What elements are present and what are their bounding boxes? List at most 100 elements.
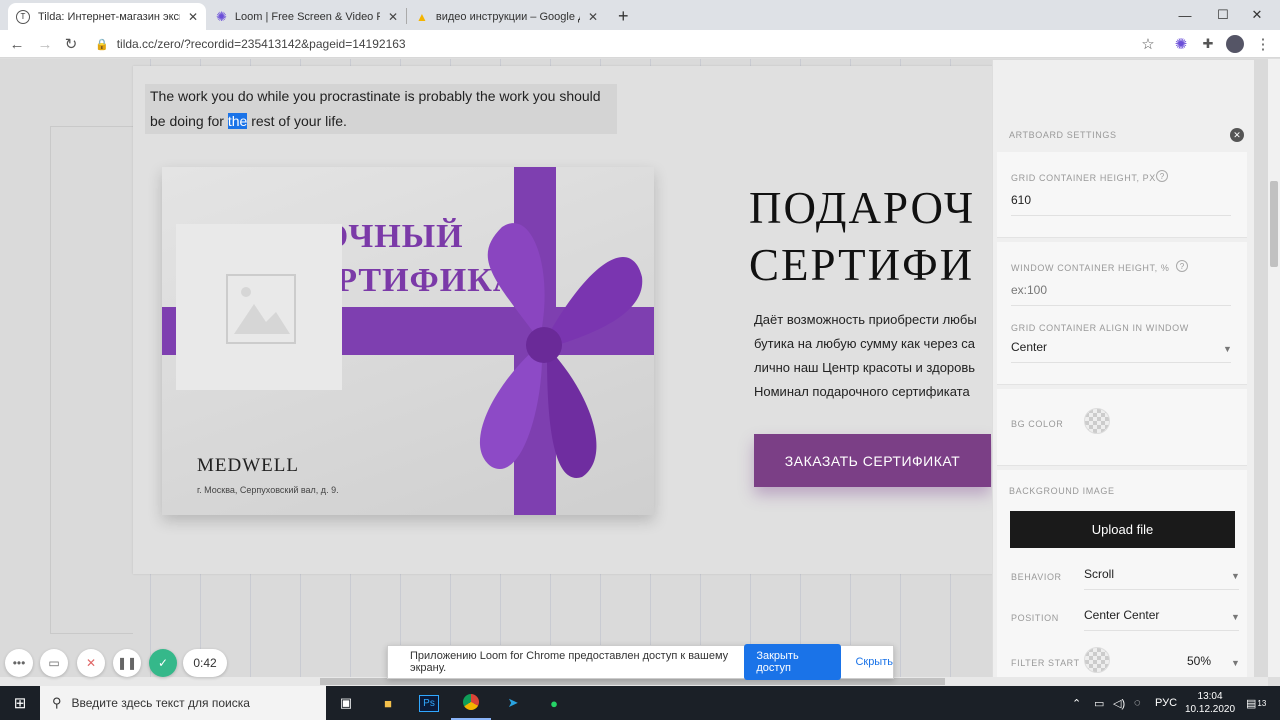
hide-notice-link[interactable]: Скрыть (855, 656, 893, 668)
loom-timer: 0:42 (183, 649, 227, 677)
close-tab-icon[interactable]: ✕ (388, 10, 398, 24)
image-placeholder-icon (226, 274, 296, 344)
task-view-icon[interactable]: ▣ (326, 686, 366, 720)
bookmark-star-icon[interactable]: ☆ (1137, 34, 1159, 54)
scrollbar-thumb[interactable] (1270, 181, 1278, 267)
input-language[interactable]: РУС (1155, 686, 1177, 720)
filter-start-swatch[interactable] (1084, 647, 1110, 673)
upload-file-button[interactable]: Upload file (1010, 511, 1235, 548)
align-select[interactable]: Center (1011, 340, 1231, 363)
loom-camera-icon[interactable]: ▭ (40, 649, 68, 677)
screen-sharing-notice: Приложению Loom for Chrome предоставлен … (387, 644, 894, 680)
bg-color-section: BG COLOR (997, 389, 1247, 466)
ribbon-bow-icon (479, 223, 643, 478)
new-tab-icon[interactable]: + (610, 3, 638, 30)
back-icon[interactable]: ← (6, 34, 28, 54)
container-border (50, 126, 133, 127)
artboard-settings-panel: ARTBOARD SETTINGS ✕ GRID CONTAINER HEIGH… (992, 60, 1254, 677)
google-drive-icon: ▲ (416, 9, 428, 24)
scrollbar-thumb[interactable] (320, 678, 945, 685)
description-line: Даёт возможность приобрести любы (754, 312, 977, 327)
loom-pause-icon[interactable]: ❚❚ (113, 649, 141, 677)
certificate-title[interactable]: ПОДАРОЧ СЕРТИФИ (749, 180, 993, 294)
tab-title: видео инструкции – Google Ди (435, 10, 580, 23)
grid-height-input[interactable]: 610 (1011, 193, 1231, 216)
loom-icon: ✺ (216, 8, 227, 24)
tab-loom[interactable]: ✺ Loom | Free Screen & Video Reco ✕ (208, 3, 406, 30)
grid-height-section: GRID CONTAINER HEIGHT, PX ? 610 (997, 152, 1247, 238)
filter-start-label: FILTER START (1011, 658, 1080, 668)
tray-chevron-icon[interactable]: ⌃ (1072, 686, 1081, 720)
taskbar-search[interactable]: ⚲ Введите здесь текст для поиска (40, 686, 326, 720)
url-text: tilda.cc/zero/?recordid=235413142&pageid… (116, 37, 406, 51)
address-bar[interactable]: 🔒 tilda.cc/zero/?recordid=235413142&page… (95, 33, 1165, 55)
help-icon[interactable]: ? (1176, 260, 1188, 272)
behavior-select[interactable]: Scroll (1084, 567, 1239, 590)
file-explorer-icon[interactable]: ■ (368, 686, 408, 720)
notifications-icon[interactable]: ▤ 13 (1246, 686, 1266, 720)
grid-height-label: GRID CONTAINER HEIGHT, PX (1011, 173, 1156, 183)
tab-title: Loom | Free Screen & Video Reco (234, 10, 380, 23)
chrome-icon[interactable] (451, 686, 491, 720)
stop-sharing-button[interactable]: Закрыть доступ (744, 644, 842, 680)
order-certificate-button[interactable]: ЗАКАЗАТЬ СЕРТИФИКАТ (754, 434, 991, 487)
chevron-down-icon: ▼ (1223, 344, 1232, 354)
container-border (50, 633, 133, 634)
bg-color-swatch[interactable] (1084, 408, 1110, 434)
tab-strip: T Tilda: Интернет-магазин экскл ✕ ✺ Loom… (0, 0, 1280, 30)
forward-icon[interactable]: → (34, 34, 56, 54)
gift-certificate-image[interactable]: ПОДАРОЧНЫЙ СЕРТИФИКАТ MEDWELL г. Москва,… (162, 167, 654, 515)
clock-time: 13:04 (1197, 691, 1223, 702)
loom-cancel-icon[interactable]: ✕ (77, 649, 105, 677)
browser-toolbar: ← → ↻ 🔒 tilda.cc/zero/?recordid=23541314… (0, 30, 1280, 58)
search-icon: ⚲ (52, 695, 62, 710)
tilda-icon: T (16, 9, 30, 24)
window-height-label: WINDOW CONTAINER HEIGHT, % (1011, 263, 1170, 273)
tab-google-drive[interactable]: ▲ видео инструкции – Google Ди ✕ (408, 3, 606, 30)
window-height-section: WINDOW CONTAINER HEIGHT, % ? ex:100 GRID… (997, 242, 1247, 385)
photoshop-icon[interactable]: Ps (409, 686, 449, 720)
vertical-scrollbar[interactable] (1268, 59, 1280, 677)
description-line: лично наш Центр красоты и здоровь (754, 360, 976, 375)
selected-text: the (227, 113, 248, 129)
clock-date: 10.12.2020 (1185, 704, 1236, 715)
windows-taskbar: ⊞ ⚲ Введите здесь текст для поиска ▣ ■ P… (0, 686, 1280, 720)
description-line: бутика на любую сумму как через са (754, 336, 976, 351)
bg-color-label: BG COLOR (1011, 419, 1064, 429)
certificate-description[interactable]: Даёт возможность приобрести любы бутика … (754, 308, 993, 404)
bg-image-section: BACKGROUND IMAGE Upload file BEHAVIOR Sc… (997, 470, 1247, 677)
windows-start-icon[interactable]: ⊞ (0, 686, 40, 720)
close-tab-icon[interactable]: ✕ (588, 10, 598, 24)
notice-text: Приложению Loom for Chrome предоставлен … (410, 650, 729, 674)
telegram-icon[interactable]: ➤ (493, 686, 533, 720)
close-window-icon[interactable]: ✕ (1234, 0, 1280, 30)
panel-title: ARTBOARD SETTINGS (1009, 130, 1117, 140)
chevron-down-icon: ▼ (1231, 612, 1240, 622)
loom-more-icon[interactable]: ••• (5, 649, 33, 677)
close-panel-icon[interactable]: ✕ (1230, 128, 1244, 142)
battery-icon[interactable]: ▭ (1094, 686, 1104, 720)
tab-tilda[interactable]: T Tilda: Интернет-магазин экскл ✕ (8, 3, 206, 30)
reload-icon[interactable]: ↻ (60, 34, 82, 54)
window-height-input[interactable]: ex:100 (1011, 283, 1231, 306)
network-icon[interactable]: ◌ (1134, 686, 1141, 720)
close-tab-icon[interactable]: ✕ (188, 10, 198, 24)
profile-avatar[interactable] (1224, 34, 1246, 54)
behavior-label: BEHAVIOR (1011, 572, 1062, 582)
extensions-icon[interactable]: ✚ (1197, 34, 1219, 54)
image-placeholder[interactable] (176, 224, 342, 390)
help-icon[interactable]: ? (1156, 170, 1168, 182)
certificate-title-line2: СЕРТИФИ (749, 240, 975, 290)
quote-text-block[interactable]: The work you do while you procrastinate … (145, 84, 617, 134)
clock[interactable]: 13:04 10.12.2020 (1185, 686, 1235, 720)
filter-start-value[interactable]: 50% (1187, 654, 1211, 668)
whatsapp-icon[interactable]: ● (534, 686, 574, 720)
position-select[interactable]: Center Center (1084, 608, 1239, 631)
volume-icon[interactable]: ◁) (1113, 686, 1125, 720)
loom-extension-icon[interactable]: ✺ (1170, 34, 1192, 54)
menu-icon[interactable]: ⋮ (1252, 34, 1274, 54)
quote-text-end: rest of your life. (247, 113, 347, 129)
notifications-count: 13 (1257, 698, 1267, 708)
tab-divider (406, 8, 407, 24)
loom-finish-icon[interactable]: ✓ (149, 649, 177, 677)
